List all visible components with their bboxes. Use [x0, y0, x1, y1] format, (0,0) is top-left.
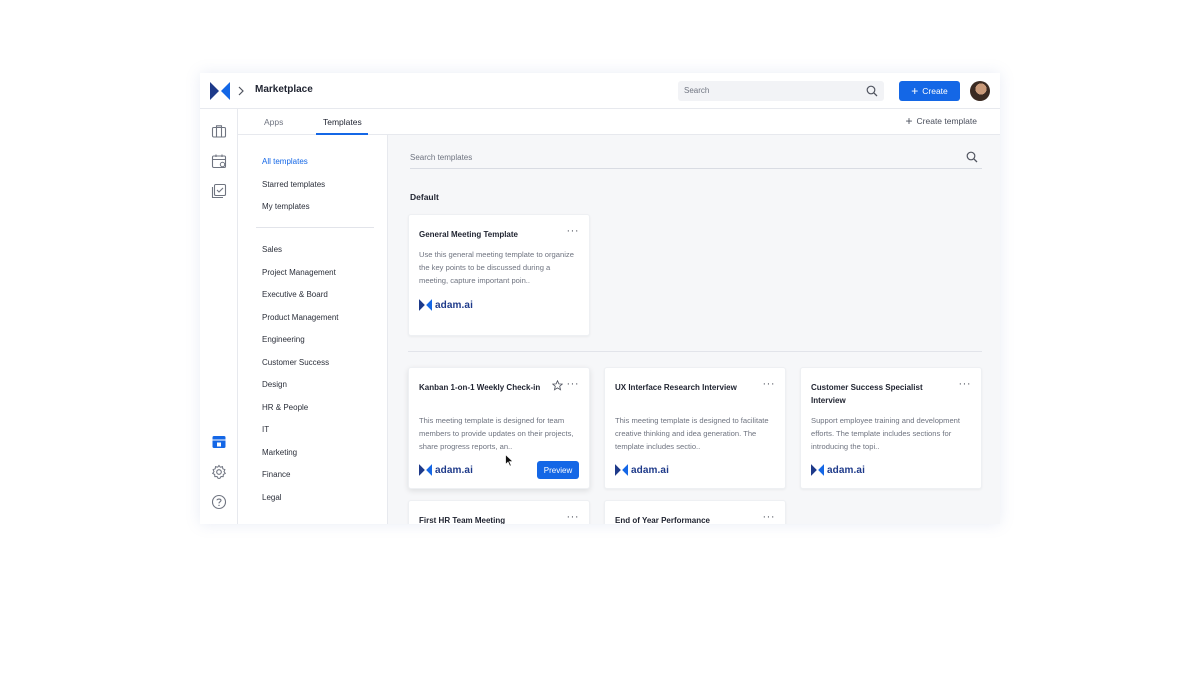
- mouse-cursor-icon: [505, 454, 514, 467]
- category-executive-board[interactable]: Executive & Board: [262, 290, 328, 299]
- tab-templates[interactable]: Templates: [323, 117, 362, 127]
- plus-icon: +: [911, 86, 918, 96]
- category-product-management[interactable]: Product Management: [262, 313, 339, 322]
- brand-name: adam.ai: [827, 465, 865, 476]
- user-avatar[interactable]: [970, 81, 990, 101]
- adam-logo-icon: [419, 464, 432, 476]
- calendar-icon[interactable]: [211, 153, 227, 169]
- category-engineering[interactable]: Engineering: [262, 335, 305, 344]
- section-divider: [408, 351, 982, 352]
- icon-rail: [200, 109, 238, 524]
- brand-name: adam.ai: [435, 300, 473, 311]
- brand-name: adam.ai: [631, 465, 669, 476]
- filter-starred-templates[interactable]: Starred templates: [262, 180, 325, 189]
- marketplace-icon[interactable]: [211, 434, 227, 450]
- more-options-icon[interactable]: ···: [959, 379, 972, 389]
- help-icon[interactable]: [211, 494, 227, 510]
- template-card[interactable]: UX Interface Research Interview ··· This…: [604, 367, 786, 489]
- template-card[interactable]: General Meeting Template ··· Use this ge…: [408, 214, 590, 336]
- category-legal[interactable]: Legal: [262, 493, 282, 502]
- template-card[interactable]: Customer Success Specialist Interview ··…: [800, 367, 982, 489]
- star-icon[interactable]: [552, 380, 563, 391]
- tabs-bar: Apps Templates + Create template: [238, 109, 1000, 135]
- brand-name: adam.ai: [435, 465, 473, 476]
- adam-logo-icon: [419, 299, 432, 311]
- filter-all-templates[interactable]: All templates: [262, 157, 308, 166]
- template-card-title: General Meeting Template: [419, 228, 551, 241]
- template-card[interactable]: End of Year Performance ···: [604, 500, 786, 524]
- chevron-right-icon: [237, 84, 245, 98]
- templates-main: Search templates Default General Meeting…: [388, 135, 1000, 524]
- template-card-title: Customer Success Specialist Interview: [811, 381, 943, 407]
- app-logo-icon[interactable]: [210, 82, 230, 100]
- adam-logo-icon: [615, 464, 628, 476]
- sidebar-divider: [256, 227, 374, 228]
- adam-logo-icon: [811, 464, 824, 476]
- checklist-icon[interactable]: [211, 183, 227, 199]
- page-title: Marketplace: [255, 84, 313, 95]
- tab-apps[interactable]: Apps: [264, 117, 283, 127]
- template-card-title: Kanban 1-on-1 Weekly Check-in: [419, 381, 551, 394]
- template-card-title: First HR Team Meeting: [419, 514, 551, 524]
- brand-logo: adam.ai: [419, 464, 473, 476]
- template-card-description: Support employee training and developmen…: [811, 414, 973, 454]
- template-card-title: End of Year Performance: [615, 514, 747, 524]
- briefcase-icon[interactable]: [211, 123, 227, 139]
- template-search-input[interactable]: Search templates: [410, 147, 982, 169]
- template-card[interactable]: First HR Team Meeting ···: [408, 500, 590, 524]
- global-search-input[interactable]: Search: [678, 81, 884, 101]
- template-card-description: Use this general meeting template to org…: [419, 248, 581, 288]
- category-it[interactable]: IT: [262, 425, 269, 434]
- create-template-label: Create template: [917, 116, 977, 126]
- preview-button[interactable]: Preview: [537, 461, 579, 479]
- more-options-icon[interactable]: ···: [763, 379, 776, 389]
- section-title-default: Default: [410, 192, 439, 202]
- brand-logo: adam.ai: [419, 299, 473, 311]
- template-card[interactable]: Kanban 1-on-1 Weekly Check-in ··· This m…: [408, 367, 590, 489]
- brand-logo: adam.ai: [811, 464, 865, 476]
- template-card-description: This meeting template is designed to fac…: [615, 414, 777, 454]
- template-search-placeholder: Search templates: [410, 153, 472, 162]
- more-options-icon[interactable]: ···: [567, 379, 580, 389]
- plus-icon: +: [906, 116, 913, 126]
- category-customer-success[interactable]: Customer Success: [262, 358, 329, 367]
- global-search-placeholder: Search: [684, 86, 709, 95]
- more-options-icon[interactable]: ···: [763, 512, 776, 522]
- search-icon[interactable]: [966, 151, 978, 163]
- create-template-button[interactable]: + Create template: [906, 116, 978, 126]
- category-marketing[interactable]: Marketing: [262, 448, 297, 457]
- template-categories-sidebar: All templates Starred templates My templ…: [238, 135, 388, 524]
- category-project-management[interactable]: Project Management: [262, 268, 336, 277]
- template-card-description: This meeting template is designed for te…: [419, 414, 581, 454]
- category-hr-people[interactable]: HR & People: [262, 403, 308, 412]
- top-bar: Marketplace Search + Create: [200, 73, 1000, 109]
- create-button[interactable]: + Create: [899, 81, 960, 101]
- category-design[interactable]: Design: [262, 380, 287, 389]
- more-options-icon[interactable]: ···: [567, 512, 580, 522]
- filter-my-templates[interactable]: My templates: [262, 202, 310, 211]
- search-icon[interactable]: [866, 85, 878, 97]
- category-sales[interactable]: Sales: [262, 245, 282, 254]
- gear-icon[interactable]: [211, 464, 227, 480]
- app-window: Marketplace Search + Create: [200, 73, 1000, 524]
- brand-logo: adam.ai: [615, 464, 669, 476]
- create-button-label: Create: [922, 86, 948, 96]
- more-options-icon[interactable]: ···: [567, 226, 580, 236]
- category-finance[interactable]: Finance: [262, 470, 290, 479]
- template-card-title: UX Interface Research Interview: [615, 381, 747, 394]
